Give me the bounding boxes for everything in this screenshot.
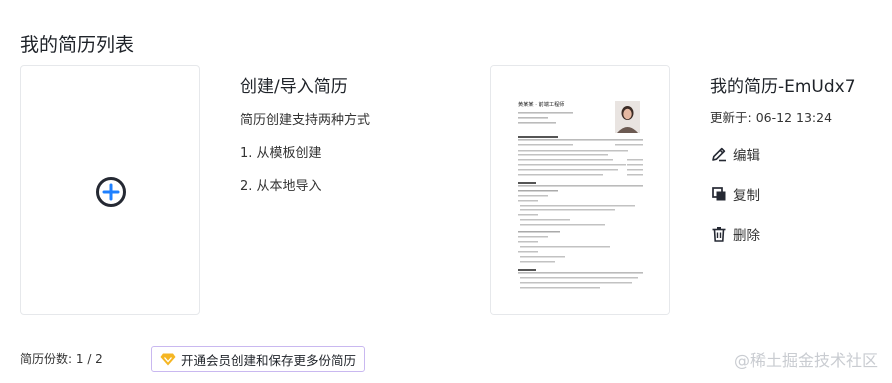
import-local-link[interactable]: 2. 从本地导入: [240, 175, 370, 194]
create-subtitle: 简历创建支持两种方式: [240, 113, 371, 128]
delete-icon: [712, 227, 726, 242]
page-title: 我的简历列表: [20, 34, 135, 56]
add-circle-icon: [96, 177, 126, 207]
diamond-icon: [160, 353, 176, 366]
resume-count: 简历份数: 1 / 2: [20, 350, 103, 367]
upgrade-membership-button[interactable]: 开通会员创建和保存更多份简历: [151, 346, 366, 372]
updated-time: 06-12 13:24: [755, 110, 833, 125]
copy-button[interactable]: 复制: [710, 184, 760, 204]
resume-info: 我的简历-EmUdx7 更新于: 06-12 13:24 编辑 复制 删除: [710, 72, 856, 244]
delete-label: 删除: [733, 228, 760, 244]
count-label: 简历份数:: [20, 352, 73, 366]
create-resume-card[interactable]: [20, 65, 200, 315]
edit-button[interactable]: 编辑: [710, 144, 760, 164]
resume-thumbnail: 黄某某 · 前端工程师: [491, 66, 669, 314]
create-info: 创建/导入简历 简历创建支持两种方式 1. 从模板创建 2. 从本地导入: [240, 72, 370, 194]
create-from-template-link[interactable]: 1. 从模板创建: [240, 142, 370, 161]
edit-icon: [712, 147, 726, 162]
resume-name[interactable]: 我的简历-EmUdx7: [710, 72, 856, 97]
upgrade-label: 开通会员创建和保存更多份简历: [181, 352, 357, 368]
edit-label: 编辑: [733, 148, 760, 164]
resume-updated: 更新于: 06-12 13:24: [710, 107, 856, 126]
updated-label: 更新于:: [710, 110, 752, 125]
create-title: 创建/导入简历: [240, 77, 348, 97]
watermark: @稀土掘金技术社区: [733, 351, 878, 370]
copy-label: 复制: [733, 188, 760, 204]
resume-card[interactable]: 黄某某 · 前端工程师: [490, 65, 670, 315]
thumb-heading: 黄某某 · 前端工程师: [518, 100, 564, 108]
count-value: 1 / 2: [75, 352, 103, 366]
delete-button[interactable]: 删除: [710, 224, 760, 244]
copy-icon: [712, 187, 726, 201]
